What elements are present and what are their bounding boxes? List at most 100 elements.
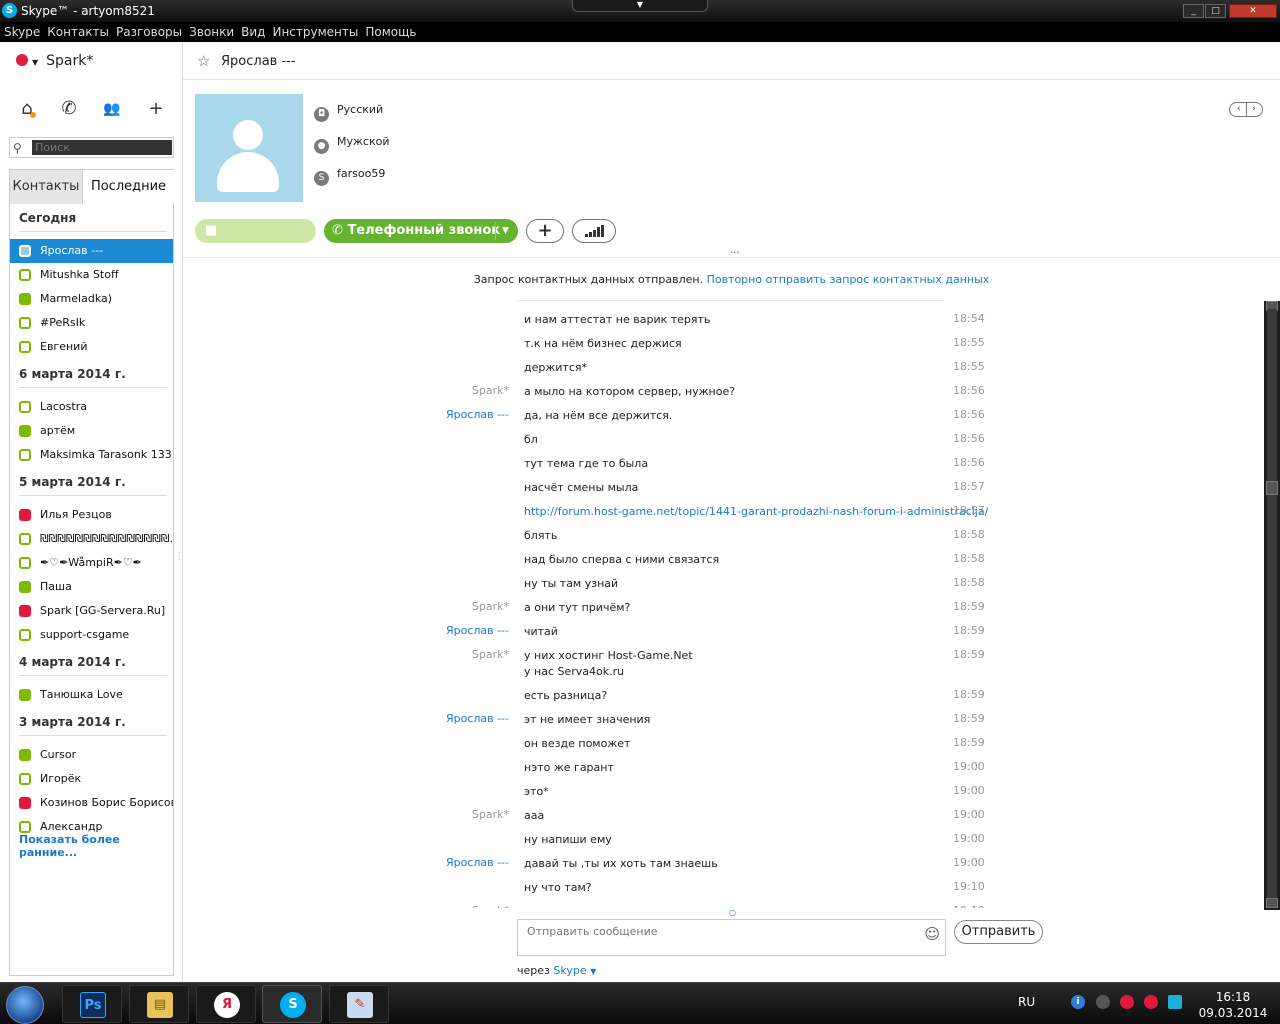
contact-item[interactable]: Илья Резцов (10, 503, 173, 527)
message-sender[interactable]: Ярослав --- (389, 856, 509, 869)
contact-name: Marmeladka) (40, 292, 113, 305)
system-clock[interactable]: 16:18 09.03.2014 (1198, 989, 1268, 1021)
language-indicator[interactable]: RU (1018, 995, 1035, 1009)
via-chevron-down-icon[interactable]: ▼ (590, 967, 596, 976)
contact-item[interactable]: Maksimka Tarasonk 1337… (10, 443, 173, 467)
contact-item[interactable]: #PeRsIk (10, 311, 173, 335)
via-label: через (517, 964, 550, 977)
start-button[interactable] (6, 986, 44, 1024)
menu-conversations[interactable]: Разговоры (112, 22, 185, 39)
search-input[interactable] (32, 140, 172, 155)
menu-view[interactable]: Вид (237, 22, 268, 39)
contact-status-icon (19, 449, 31, 461)
message-sender[interactable]: Spark* (389, 648, 509, 661)
contact-item[interactable]: Евгений (10, 335, 173, 359)
contact-item[interactable]: Козинов Борис Борисов… (10, 791, 173, 815)
message-text: бл (524, 433, 538, 446)
contact-item[interactable]: ✒♡✒WåmpiR✒♡✒ (10, 551, 173, 575)
notice-divider (516, 300, 944, 301)
message-text: у них хостинг Host-Game.Net (524, 649, 693, 662)
show-older-link[interactable]: Показать более ранние... (19, 833, 173, 859)
next-arrow-icon[interactable]: › (1252, 104, 1256, 114)
minimize-button[interactable]: _ (1183, 4, 1204, 18)
contact-item[interactable]: артём (10, 419, 173, 443)
message-sender[interactable]: Ярослав --- (389, 408, 509, 421)
recent-group-date: 6 марта 2014 г. (19, 367, 126, 381)
toolbar-toggle-handle[interactable]: ▼ (572, 0, 708, 12)
contact-item[interactable]: Mitushka Stoff (10, 263, 173, 287)
skype-tray-icon-1[interactable] (1120, 995, 1134, 1009)
video-call-label: Видеозвонок (205, 247, 304, 262)
contact-item[interactable]: Spark [GG-Servera.Ru] (10, 599, 173, 623)
contact-request-notice: Запрос контактных данных отправлен. Повт… (183, 273, 1280, 286)
contact-item[interactable]: Marmeladka) (10, 287, 173, 311)
maximize-button[interactable]: □ (1205, 4, 1226, 18)
taskbar-paint[interactable]: ✎ (329, 985, 389, 1023)
resend-request-link[interactable]: Повторно отправить запрос контактных дан… (707, 273, 990, 286)
create-group-icon[interactable]: 👥 (101, 98, 123, 120)
scroll-thumb[interactable] (1266, 481, 1278, 495)
skype-taskbar-icon: S (280, 992, 306, 1018)
prev-arrow-icon[interactable]: ‹ (1237, 104, 1241, 114)
contact-item[interactable]: Танюшка Love (10, 683, 173, 707)
recent-group-date: 3 марта 2014 г. (19, 715, 126, 729)
contact-item[interactable]: Cursor (10, 743, 173, 767)
menu-calls[interactable]: Звонки (185, 22, 237, 39)
network-tray-icon[interactable] (1168, 995, 1182, 1009)
conversation-scrollbar[interactable] (1264, 301, 1280, 910)
message-sender[interactable]: Ярослав --- (389, 712, 509, 725)
message-placeholder: Отправить сообщение (527, 925, 658, 938)
message-time: 18:56 (953, 384, 985, 397)
splitter-handle[interactable]: · · · (178, 550, 182, 564)
notification-dot (30, 112, 36, 118)
contact-item[interactable]: support-csgame (10, 623, 173, 647)
video-call-button[interactable]: ■ Видеозвонок (195, 219, 316, 262)
message-sender[interactable]: Spark* (389, 600, 509, 613)
call-phone-icon[interactable]: ✆ (58, 98, 80, 120)
contact-item[interactable]: Игорёк (10, 767, 173, 791)
via-skype-link[interactable]: Skype (553, 964, 586, 977)
message-sender[interactable]: Ярослав --- (389, 624, 509, 637)
skype-tray-icon-2[interactable] (1144, 995, 1158, 1009)
contact-item[interactable]: ₪₪₪₪₪₪₪₪₪₪₪₪₪₪₪… (10, 527, 173, 551)
contact-item[interactable]: Паша (10, 575, 173, 599)
tab-contacts[interactable]: Контакты (10, 170, 83, 204)
contact-status-icon (19, 245, 31, 257)
favorite-star-icon[interactable]: ☆ (197, 52, 210, 70)
scroll-track[interactable] (1267, 309, 1277, 902)
steam-tray-icon[interactable] (1096, 995, 1110, 1009)
send-button[interactable]: Отправить (954, 920, 1043, 944)
message-text: ааа (524, 809, 545, 822)
message-sender[interactable]: Spark* (389, 384, 509, 397)
menu-tools[interactable]: Инструменты (268, 22, 361, 39)
menu-skype[interactable]: Skype (0, 22, 43, 39)
contact-item[interactable]: Lacostra (10, 395, 173, 419)
taskbar-skype[interactable]: S (262, 985, 322, 1023)
menu-help[interactable]: Помощь (361, 22, 419, 39)
taskbar-explorer[interactable]: ▤ (129, 985, 189, 1023)
message-time: 18:57 (953, 504, 985, 517)
contact-name: #PeRsIk (40, 316, 86, 329)
message-input[interactable]: Отправить сообщение ☺ (517, 919, 946, 956)
contact-item[interactable]: Ярослав --- (10, 239, 173, 263)
close-window-button[interactable]: ✕ (1229, 4, 1277, 18)
taskbar-yandex-browser[interactable]: Я (196, 985, 256, 1023)
add-people-button[interactable]: + (526, 219, 564, 243)
scroll-down-button[interactable] (1266, 898, 1278, 908)
my-profile[interactable]: ▼ Spark* (16, 53, 93, 69)
add-contact-icon[interactable]: + (145, 98, 167, 120)
taskbar-photoshop[interactable]: Ps (62, 985, 122, 1023)
expand-dots-icon[interactable]: ... (730, 245, 740, 256)
call-options-chevron-icon[interactable]: ▼ (502, 219, 509, 243)
call-quality-button[interactable] (572, 219, 616, 243)
emoticon-icon[interactable]: ☺ (924, 925, 940, 943)
tab-recent[interactable]: Последние (83, 170, 174, 204)
phone-call-button[interactable]: ✆ Телефонный звонок ▼ (324, 219, 518, 243)
info-tray-icon[interactable]: i (1071, 995, 1085, 1009)
send-via: через Skype ▼ (517, 964, 596, 977)
message-link[interactable]: http://forum.host-game.net/topic/1441-ga… (524, 504, 988, 520)
message-sender[interactable]: Spark* (389, 808, 509, 821)
menu-contacts[interactable]: Контакты (43, 22, 112, 39)
message-text: он везде поможет (524, 737, 631, 750)
message-sender[interactable]: Spark* (389, 904, 509, 908)
